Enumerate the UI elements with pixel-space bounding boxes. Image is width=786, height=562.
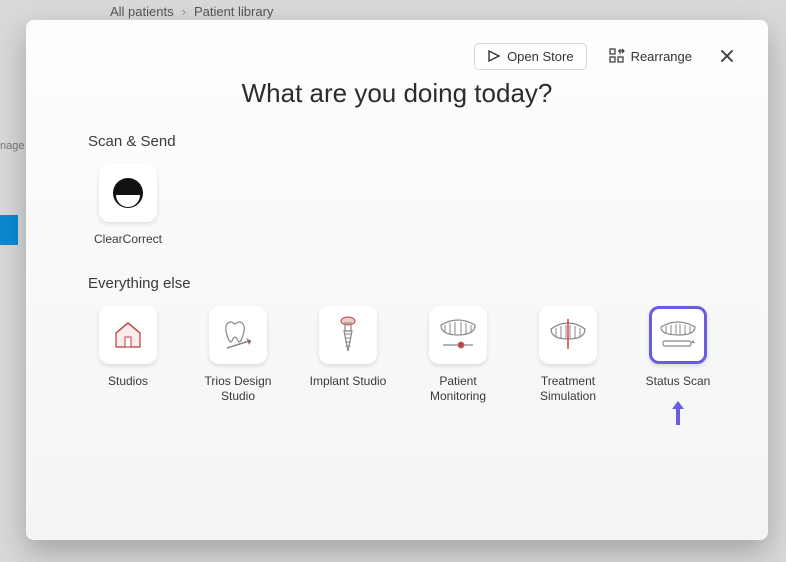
- teeth-line-icon: [547, 315, 589, 355]
- workflow-picker-modal: Open Store Rearrange What are you doing …: [26, 20, 768, 540]
- modal-header: Open Store Rearrange: [54, 38, 740, 74]
- tile-implant-studio[interactable]: Implant Studio: [308, 306, 388, 427]
- tile-label: Studios: [108, 374, 148, 389]
- page-title: What are you doing today?: [54, 78, 740, 109]
- tile-trios-design-studio[interactable]: Trios Design Studio: [198, 306, 278, 427]
- tile-studios[interactable]: Studios: [88, 306, 168, 427]
- arrow-up-icon: [670, 389, 686, 427]
- rearrange-icon: [609, 48, 625, 64]
- clearcorrect-icon: [111, 176, 145, 210]
- breadcrumb[interactable]: All patients › Patient library: [110, 4, 273, 19]
- breadcrumb-root[interactable]: All patients: [110, 4, 174, 19]
- section-title-everything-else: Everything else: [88, 275, 740, 292]
- teeth-scan-icon: [657, 315, 699, 355]
- tiles-everything-else: Studios Trios Design Studio: [88, 306, 740, 427]
- rearrange-label: Rearrange: [631, 49, 692, 64]
- house-icon: [110, 317, 146, 353]
- tile-label: Implant Studio: [310, 374, 387, 389]
- tooth-pencil-icon: [219, 316, 257, 354]
- tile-status-scan[interactable]: Status Scan: [638, 306, 718, 427]
- section-title-scan-send: Scan & Send: [88, 133, 740, 150]
- open-store-label: Open Store: [507, 49, 574, 64]
- breadcrumb-leaf[interactable]: Patient library: [194, 4, 273, 19]
- tile-clearcorrect[interactable]: ClearCorrect: [88, 164, 168, 247]
- teeth-dot-icon: [437, 315, 479, 355]
- tile-label: Status Scan: [646, 374, 711, 389]
- tile-label: Trios Design Studio: [198, 374, 278, 404]
- close-icon: [720, 49, 734, 63]
- bg-truncated-label: nage: [0, 140, 24, 152]
- implant-icon: [330, 315, 366, 355]
- tile-label: ClearCorrect: [94, 232, 162, 247]
- play-store-icon: [487, 49, 501, 63]
- tile-label: Patient Monitoring: [418, 374, 498, 404]
- tile-treatment-simulation[interactable]: Treatment Simulation: [528, 306, 608, 427]
- open-store-button[interactable]: Open Store: [474, 43, 587, 70]
- close-button[interactable]: [714, 43, 740, 69]
- tiles-scan-send: ClearCorrect: [88, 164, 740, 247]
- rearrange-button[interactable]: Rearrange: [597, 43, 704, 69]
- chevron-right-icon: ›: [182, 4, 186, 19]
- bg-sidebar-selection: [0, 215, 18, 245]
- tile-label: Treatment Simulation: [528, 374, 608, 404]
- tile-patient-monitoring[interactable]: Patient Monitoring: [418, 306, 498, 427]
